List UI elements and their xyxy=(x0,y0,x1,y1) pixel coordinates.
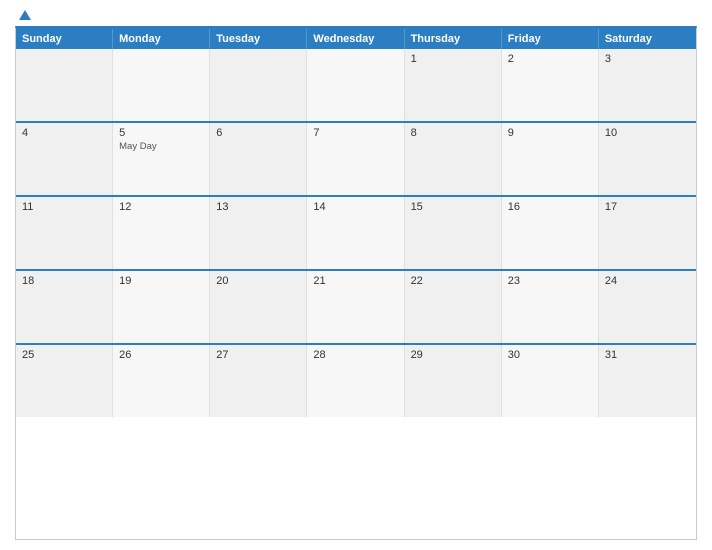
calendar-week-5: 25 26 27 28 29 30 31 xyxy=(16,343,696,417)
day-number: 9 xyxy=(508,127,592,139)
logo xyxy=(15,10,31,20)
day-number: 13 xyxy=(216,201,300,213)
calendar-cell: 7 xyxy=(307,123,404,195)
day-number: 24 xyxy=(605,275,690,287)
calendar-cell: 21 xyxy=(307,271,404,343)
header-day-tuesday: Tuesday xyxy=(210,29,307,49)
calendar-cell: 8 xyxy=(405,123,502,195)
calendar-cell: 9 xyxy=(502,123,599,195)
header-day-saturday: Saturday xyxy=(599,29,696,49)
page: SundayMondayTuesdayWednesdayThursdayFrid… xyxy=(0,0,712,550)
logo-blue-text xyxy=(15,10,31,20)
day-number: 29 xyxy=(411,349,495,361)
day-number: 30 xyxy=(508,349,592,361)
day-number: 20 xyxy=(216,275,300,287)
day-number: 3 xyxy=(605,53,690,65)
calendar-cell: 20 xyxy=(210,271,307,343)
day-number: 10 xyxy=(605,127,690,139)
calendar-cell: 12 xyxy=(113,197,210,269)
calendar-cell: 3 xyxy=(599,49,696,121)
calendar-cell: 19 xyxy=(113,271,210,343)
calendar-week-4: 18 19 20 21 22 23 24 xyxy=(16,269,696,343)
day-number: 28 xyxy=(313,349,397,361)
day-number: 6 xyxy=(216,127,300,139)
day-number: 8 xyxy=(411,127,495,139)
calendar: SundayMondayTuesdayWednesdayThursdayFrid… xyxy=(15,26,697,540)
header-day-friday: Friday xyxy=(502,29,599,49)
calendar-cell: 6 xyxy=(210,123,307,195)
calendar-cell xyxy=(16,49,113,121)
calendar-cell: 4 xyxy=(16,123,113,195)
calendar-header-row: SundayMondayTuesdayWednesdayThursdayFrid… xyxy=(16,29,696,49)
calendar-cell: 29 xyxy=(405,345,502,417)
day-number: 12 xyxy=(119,201,203,213)
day-number: 22 xyxy=(411,275,495,287)
holiday-label: May Day xyxy=(119,141,203,152)
calendar-cell: 26 xyxy=(113,345,210,417)
day-number: 2 xyxy=(508,53,592,65)
calendar-week-3: 11 12 13 14 15 16 17 xyxy=(16,195,696,269)
calendar-week-1: 1 2 3 xyxy=(16,49,696,121)
calendar-cell: 31 xyxy=(599,345,696,417)
day-number: 26 xyxy=(119,349,203,361)
day-number: 5 xyxy=(119,127,203,139)
calendar-cell: 1 xyxy=(405,49,502,121)
calendar-cell: 23 xyxy=(502,271,599,343)
header-day-monday: Monday xyxy=(113,29,210,49)
calendar-cell: 14 xyxy=(307,197,404,269)
calendar-cell: 15 xyxy=(405,197,502,269)
calendar-cell: 28 xyxy=(307,345,404,417)
day-number: 21 xyxy=(313,275,397,287)
day-number: 25 xyxy=(22,349,106,361)
calendar-cell: 27 xyxy=(210,345,307,417)
day-number: 17 xyxy=(605,201,690,213)
calendar-cell: 16 xyxy=(502,197,599,269)
day-number: 19 xyxy=(119,275,203,287)
calendar-week-2: 4 5 May Day 6 7 8 9 10 xyxy=(16,121,696,195)
header-day-thursday: Thursday xyxy=(405,29,502,49)
calendar-cell: 10 xyxy=(599,123,696,195)
day-number: 16 xyxy=(508,201,592,213)
calendar-cell: 13 xyxy=(210,197,307,269)
day-number: 23 xyxy=(508,275,592,287)
header-day-wednesday: Wednesday xyxy=(307,29,404,49)
day-number: 27 xyxy=(216,349,300,361)
calendar-cell: 30 xyxy=(502,345,599,417)
day-number: 1 xyxy=(411,53,495,65)
day-number: 4 xyxy=(22,127,106,139)
day-number: 18 xyxy=(22,275,106,287)
calendar-cell: 5 May Day xyxy=(113,123,210,195)
calendar-cell xyxy=(307,49,404,121)
day-number: 15 xyxy=(411,201,495,213)
calendar-cell: 11 xyxy=(16,197,113,269)
calendar-cell: 22 xyxy=(405,271,502,343)
header-day-sunday: Sunday xyxy=(16,29,113,49)
logo-triangle-icon xyxy=(19,10,31,20)
calendar-cell xyxy=(210,49,307,121)
calendar-cell: 25 xyxy=(16,345,113,417)
calendar-cell: 24 xyxy=(599,271,696,343)
calendar-cell: 17 xyxy=(599,197,696,269)
calendar-cell xyxy=(113,49,210,121)
day-number: 11 xyxy=(22,201,106,213)
calendar-body: 12345May Day6789101112131415161718192021… xyxy=(16,49,696,417)
header xyxy=(15,10,697,20)
calendar-cell: 18 xyxy=(16,271,113,343)
calendar-cell: 2 xyxy=(502,49,599,121)
day-number: 31 xyxy=(605,349,690,361)
day-number: 7 xyxy=(313,127,397,139)
day-number: 14 xyxy=(313,201,397,213)
